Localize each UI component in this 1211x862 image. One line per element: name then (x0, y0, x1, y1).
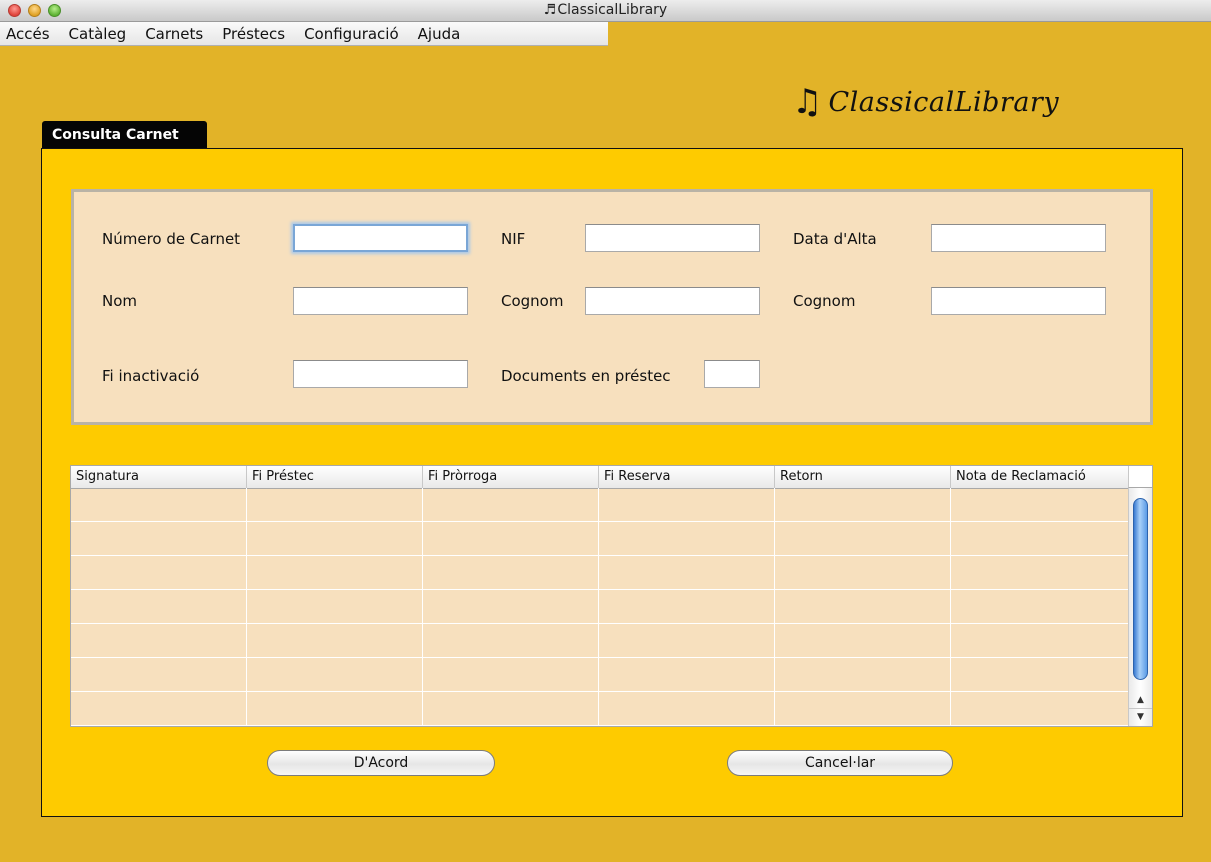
table-cell[interactable] (71, 556, 247, 589)
table-cell[interactable] (247, 522, 423, 555)
numero-carnet-label: Número de Carnet (102, 230, 241, 248)
table-cell[interactable] (951, 488, 1130, 521)
nom-input[interactable] (293, 287, 468, 315)
prestecs-table: Signatura Fi Préstec Fi Pròrroga Fi Rese… (70, 465, 1153, 727)
table-cell[interactable] (599, 522, 775, 555)
menu-cataleg[interactable]: Catàleg (69, 25, 127, 43)
table-cell[interactable] (599, 488, 775, 521)
column-header-fi-prestec[interactable]: Fi Préstec (247, 466, 423, 488)
scroll-down-arrow-icon[interactable]: ▼ (1129, 708, 1152, 725)
table-cell[interactable] (247, 692, 423, 725)
table-cell[interactable] (423, 624, 599, 657)
table-cell[interactable] (423, 692, 599, 725)
table-vertical-scrollbar[interactable]: ▲ ▼ (1128, 488, 1152, 726)
table-row[interactable] (71, 488, 1130, 522)
cognom1-input[interactable] (585, 287, 760, 315)
table-cell[interactable] (775, 556, 951, 589)
table-row[interactable] (71, 522, 1130, 556)
table-cell[interactable] (951, 590, 1130, 623)
carnet-details-form: Número de Carnet NIF Data d'Alta Nom Cog… (71, 189, 1153, 425)
table-row[interactable] (71, 658, 1130, 692)
table-cell[interactable] (71, 624, 247, 657)
table-cell[interactable] (71, 658, 247, 691)
table-cell[interactable] (599, 624, 775, 657)
fi-inactivacio-label: Fi inactivació (102, 367, 200, 385)
table-cell[interactable] (423, 556, 599, 589)
logo-text: ClassicalLibrary (828, 86, 1060, 118)
fi-inactivacio-input[interactable] (293, 360, 468, 388)
table-cell[interactable] (599, 658, 775, 691)
table-cell[interactable] (71, 488, 247, 521)
numero-carnet-input[interactable] (293, 224, 468, 252)
table-header: Signatura Fi Préstec Fi Pròrroga Fi Rese… (71, 466, 1130, 489)
menu-prestecs[interactable]: Préstecs (222, 25, 285, 43)
nif-input[interactable] (585, 224, 760, 252)
table-cell[interactable] (423, 522, 599, 555)
table-row[interactable] (71, 590, 1130, 624)
table-cell[interactable] (951, 522, 1130, 555)
table-cell[interactable] (71, 522, 247, 555)
documents-prestec-input[interactable] (704, 360, 760, 388)
table-cell[interactable] (71, 590, 247, 623)
table-row[interactable] (71, 556, 1130, 590)
column-header-signatura[interactable]: Signatura (71, 466, 247, 488)
consulta-carnet-panel: Número de Carnet NIF Data d'Alta Nom Cog… (41, 148, 1183, 817)
tab-consulta-carnet[interactable]: Consulta Carnet (42, 121, 207, 149)
cognom2-label: Cognom (793, 292, 856, 310)
ok-button[interactable]: D'Acord (267, 750, 495, 776)
data-alta-label: Data d'Alta (793, 230, 877, 248)
table-cell[interactable] (775, 692, 951, 725)
musical-note-icon: ♬ (543, 2, 557, 18)
cognom2-input[interactable] (931, 287, 1106, 315)
column-header-retorn[interactable]: Retorn (775, 466, 951, 488)
table-cell[interactable] (247, 658, 423, 691)
table-cell[interactable] (775, 488, 951, 521)
table-row[interactable] (71, 624, 1130, 658)
documents-prestec-label: Documents en préstec (501, 367, 671, 385)
column-header-fi-prorroga[interactable]: Fi Pròrroga (423, 466, 599, 488)
table-cell[interactable] (951, 556, 1130, 589)
window-title-text: ClassicalLibrary (557, 2, 668, 18)
table-cell[interactable] (951, 624, 1130, 657)
table-header-corner (1128, 466, 1152, 488)
cancel-button[interactable]: Cancel·lar (727, 750, 953, 776)
table-cell[interactable] (775, 658, 951, 691)
table-cell[interactable] (775, 624, 951, 657)
column-header-nota-reclamacio[interactable]: Nota de Reclamació (951, 466, 1130, 488)
scrollbar-thumb[interactable] (1133, 498, 1148, 680)
table-cell[interactable] (951, 692, 1130, 725)
table-cell[interactable] (423, 658, 599, 691)
table-cell[interactable] (599, 692, 775, 725)
table-row[interactable] (71, 692, 1130, 726)
table-cell[interactable] (247, 624, 423, 657)
table-cell[interactable] (599, 590, 775, 623)
nom-label: Nom (102, 292, 138, 310)
cognom1-label: Cognom (501, 292, 564, 310)
table-cell[interactable] (247, 590, 423, 623)
table-cell[interactable] (599, 556, 775, 589)
menu-carnets[interactable]: Carnets (145, 25, 203, 43)
table-cell[interactable] (247, 488, 423, 521)
app-logo: ♫ ClassicalLibrary (792, 80, 1059, 124)
scroll-up-arrow-icon[interactable]: ▲ (1129, 692, 1152, 708)
menu-acces[interactable]: Accés (6, 25, 50, 43)
table-cell[interactable] (423, 488, 599, 521)
table-cell[interactable] (71, 692, 247, 725)
data-alta-input[interactable] (931, 224, 1106, 252)
nif-label: NIF (501, 230, 526, 248)
menu-configuracio[interactable]: Configuració (304, 25, 399, 43)
window-title: ♬ClassicalLibrary (0, 2, 1211, 18)
table-cell[interactable] (423, 590, 599, 623)
table-cell[interactable] (775, 522, 951, 555)
table-body (71, 488, 1130, 726)
table-cell[interactable] (951, 658, 1130, 691)
table-cell[interactable] (775, 590, 951, 623)
menu-bar: Accés Catàleg Carnets Préstecs Configura… (0, 22, 608, 46)
column-header-fi-reserva[interactable]: Fi Reserva (599, 466, 775, 488)
musical-note-icon: ♫ (792, 82, 823, 122)
title-bar: ♬ClassicalLibrary (0, 0, 1211, 22)
menu-ajuda[interactable]: Ajuda (418, 25, 461, 43)
table-cell[interactable] (247, 556, 423, 589)
